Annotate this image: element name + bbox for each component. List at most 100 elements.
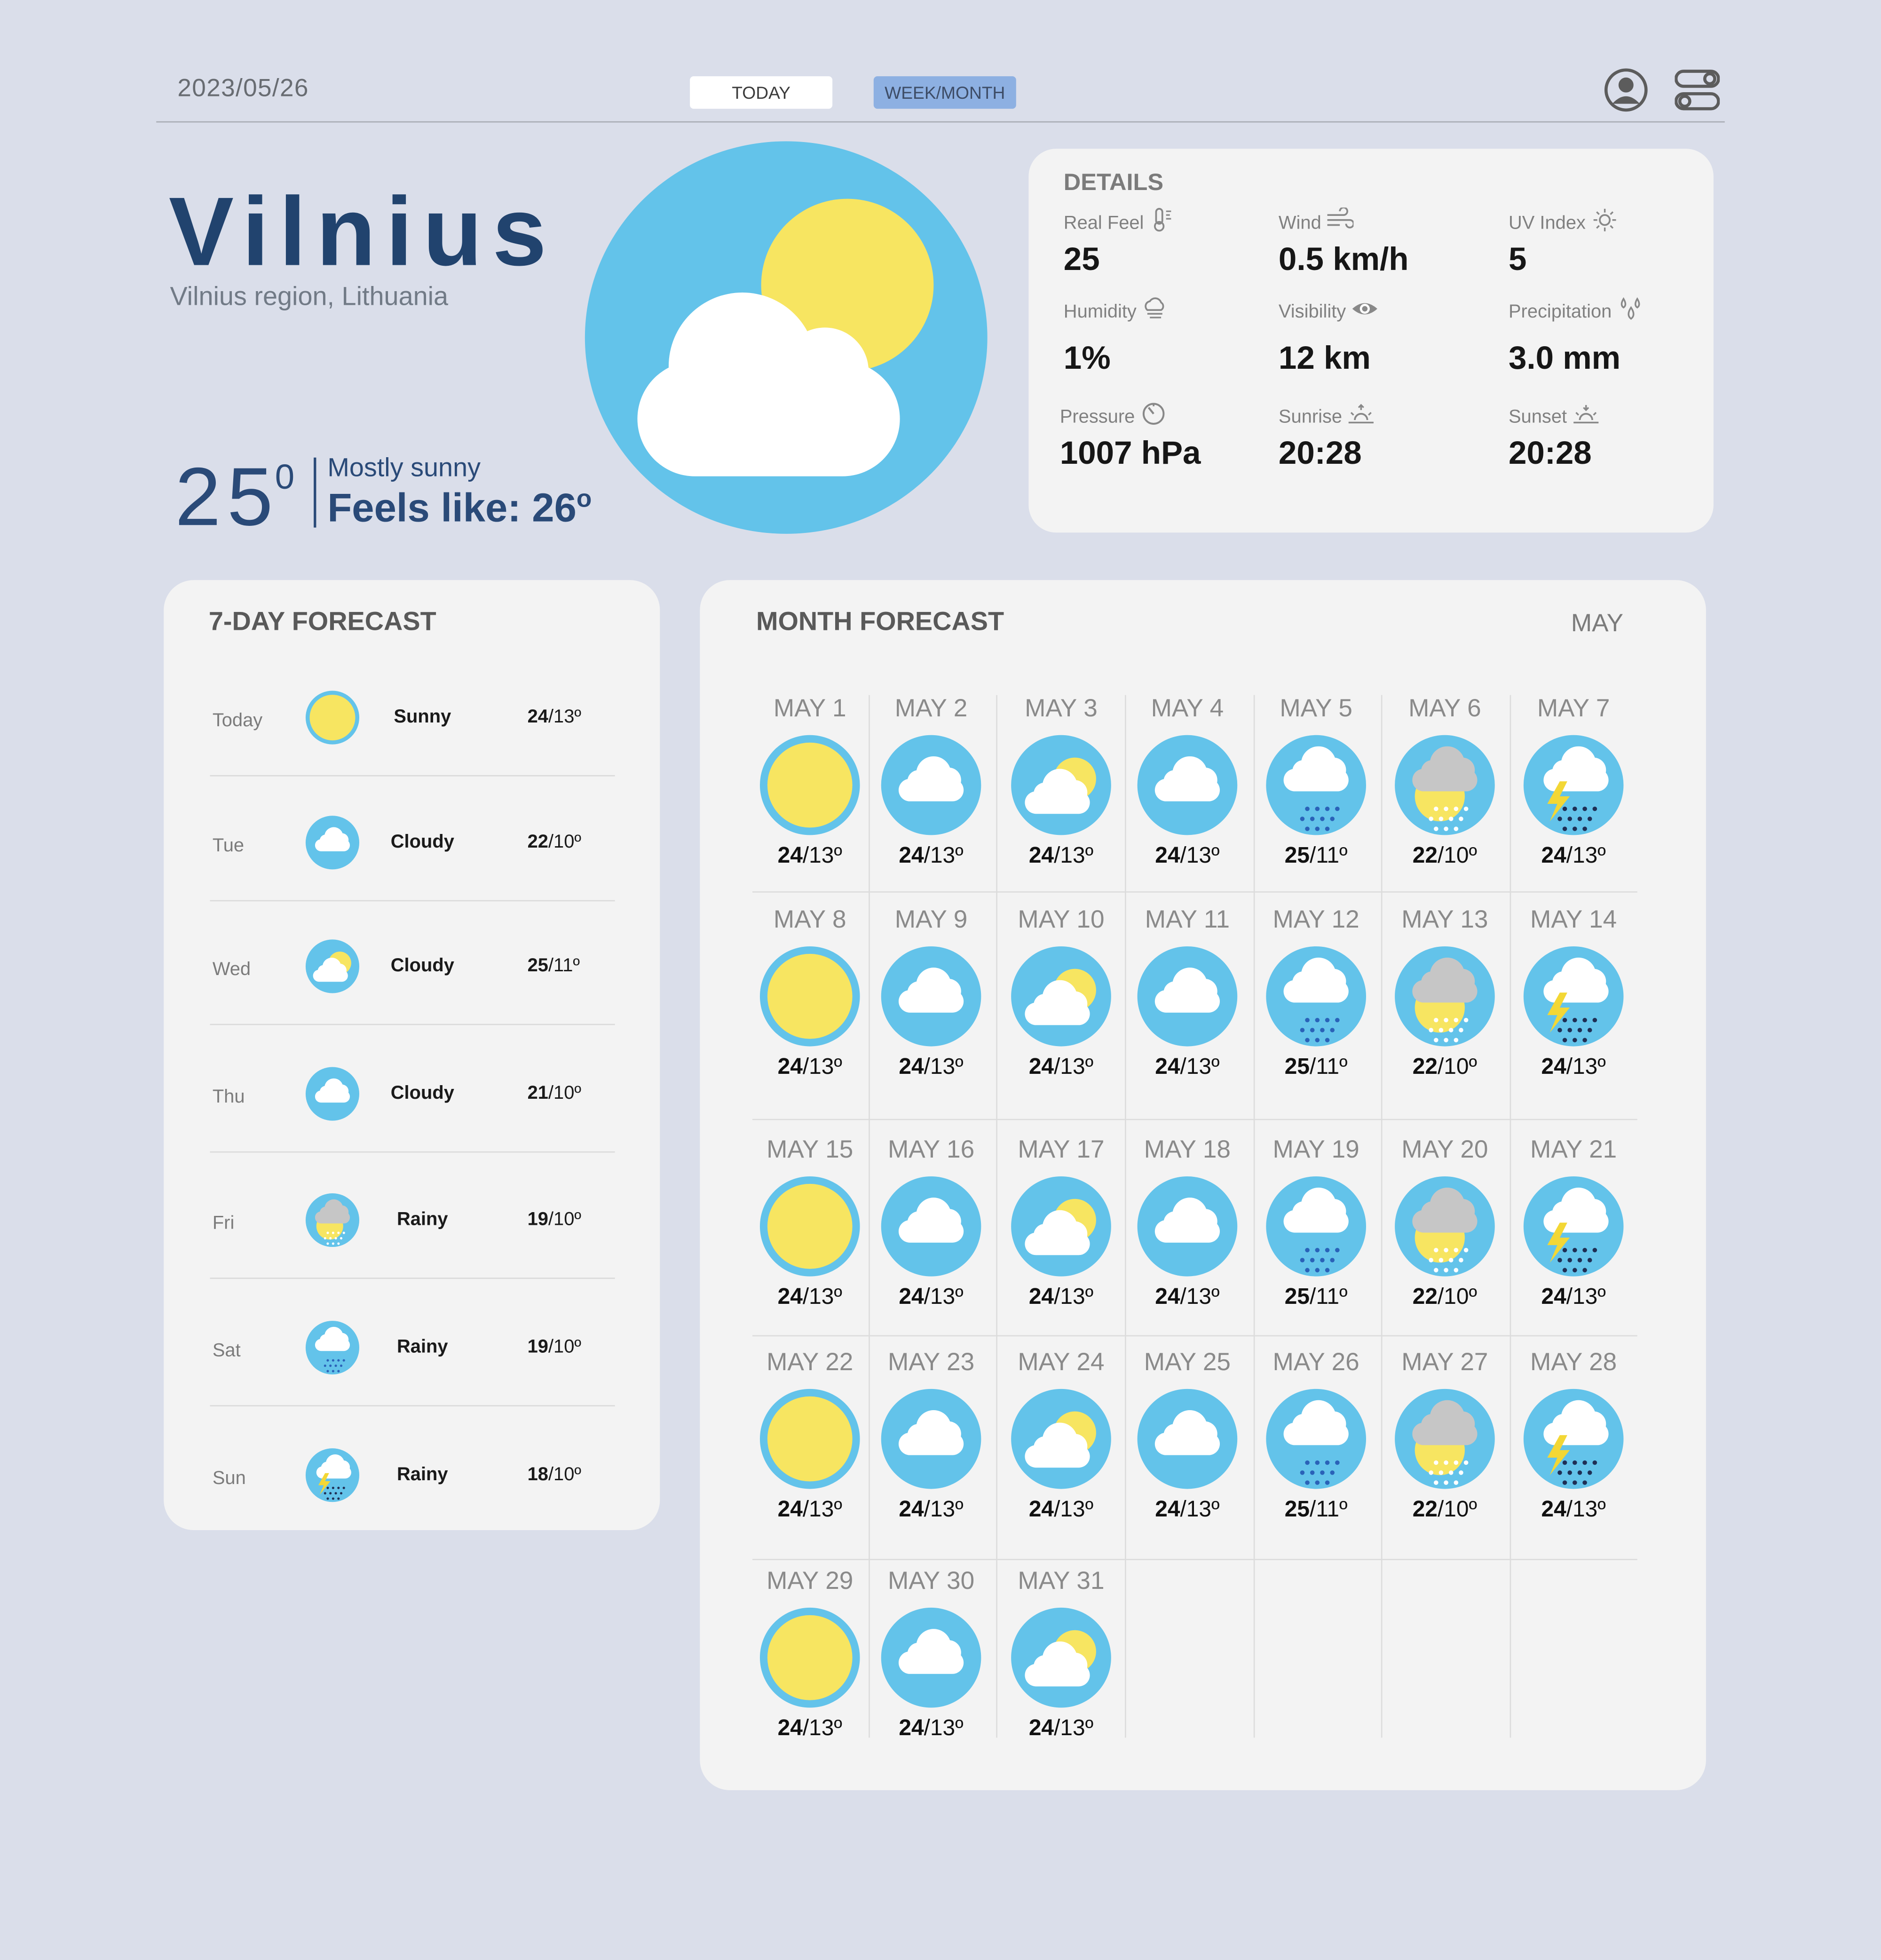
month-day-cell[interactable]: MAY 26 25/11º [1254, 1349, 1379, 1523]
month-day-high: 22 [1412, 1496, 1438, 1522]
forecast-row[interactable]: Tue Cloudy 22/10º [210, 780, 615, 906]
settings-toggle-icon[interactable] [1675, 68, 1720, 113]
month-day-high: 24 [777, 842, 803, 868]
month-day-cell[interactable]: MAY 25 24/13º [1125, 1349, 1250, 1523]
month-day-cell[interactable]: MAY 15 24/13º [747, 1136, 872, 1310]
month-day-cell[interactable]: MAY 12 25/11º [1254, 906, 1379, 1080]
cloudy-icon [881, 1607, 981, 1708]
month-day-high: 24 [777, 1054, 803, 1079]
forecast-day: Today [212, 710, 263, 731]
month-day-temperature: 24/13º [747, 1054, 872, 1080]
rain-icon [1266, 735, 1366, 835]
forecast-row[interactable]: Today Sunny 24/13º [210, 655, 615, 781]
month-day-cell[interactable]: MAY 5 25/11º [1254, 695, 1379, 869]
month-day-cell[interactable]: MAY 16 24/13º [869, 1136, 994, 1310]
partly-cloudy-icon [1011, 735, 1111, 835]
forecast-row[interactable]: Sun Rainy 18/10º [210, 1412, 615, 1539]
forecast-row[interactable]: Sat Rainy 19/10º [210, 1285, 615, 1411]
month-day-cell[interactable]: MAY 30 24/13º [869, 1568, 994, 1741]
month-day-cell[interactable]: MAY 22 24/13º [747, 1349, 872, 1523]
month-day-temperature: 24/13º [1125, 1496, 1250, 1523]
partly-cloudy-icon [1011, 1389, 1111, 1489]
month-day-temperature: 24/13º [747, 1715, 872, 1742]
detail-pressure-label: Pressure [1059, 405, 1135, 427]
month-day-date: MAY 1 [773, 695, 846, 723]
month-day-low: /13º [1180, 842, 1220, 868]
month-day-low: /13º [924, 1496, 964, 1522]
month-day-date: MAY 30 [887, 1567, 975, 1595]
detail-uv-index-value: 5 [1508, 240, 1527, 278]
month-day-cell[interactable]: MAY 29 24/13º [747, 1568, 872, 1741]
sunny-icon [759, 946, 860, 1047]
month-day-low: /13º [924, 1715, 964, 1740]
partly-cloudy-icon [1011, 946, 1111, 1047]
feels-like-text: Feels like: 26 [327, 485, 577, 530]
month-day-cell[interactable]: MAY 19 25/11º [1254, 1136, 1379, 1310]
month-day-cell[interactable]: MAY 3 24/13º [999, 695, 1124, 869]
sunny-icon [759, 1389, 860, 1489]
month-day-temperature: 24/13º [869, 1496, 994, 1523]
month-day-cell[interactable]: MAY 9 24/13º [869, 906, 994, 1080]
forecast-temperature: 18/10º [528, 1464, 581, 1485]
month-day-cell[interactable]: MAY 4 24/13º [1125, 695, 1250, 869]
forecast-divider [210, 1024, 615, 1025]
month-day-cell[interactable]: MAY 2 24/13º [869, 695, 994, 869]
month-day-cell[interactable]: MAY 20 22/10º [1383, 1136, 1508, 1310]
month-day-cell[interactable]: MAY 24 24/13º [999, 1349, 1124, 1523]
cloudy-icon [1137, 946, 1238, 1047]
month-day-cell[interactable]: MAY 10 24/13º [999, 906, 1124, 1080]
month-day-cell[interactable]: MAY 6 22/10º [1383, 695, 1508, 869]
tab-week-month[interactable]: WEEK/MONTH [873, 76, 1016, 109]
forecast-high: 21 [527, 1082, 548, 1104]
current-condition: Mostly sunny [327, 453, 481, 483]
month-day-low: /10º [1438, 842, 1478, 868]
month-day-date: MAY 19 [1272, 1136, 1359, 1164]
month-day-date: MAY 4 [1151, 695, 1224, 723]
month-day-low: /13º [802, 1054, 842, 1079]
detail-visibility-value: 12 km [1278, 339, 1371, 376]
forecast-row[interactable]: Fri Rainy 19/10º [210, 1158, 615, 1284]
month-day-cell[interactable]: MAY 11 24/13º [1125, 906, 1250, 1080]
month-day-high: 24 [1028, 1715, 1054, 1740]
month-day-high: 24 [1028, 1496, 1054, 1522]
month-day-high: 24 [1541, 1496, 1566, 1522]
month-day-cell[interactable]: MAY 17 24/13º [999, 1136, 1124, 1310]
month-day-cell[interactable]: MAY 13 22/10º [1383, 906, 1508, 1080]
month-day-temperature: 22/10º [1383, 1284, 1508, 1310]
month-day-cell[interactable]: MAY 23 24/13º [869, 1349, 994, 1523]
month-day-cell[interactable]: MAY 28 24/13º [1511, 1349, 1636, 1523]
month-day-temperature: 24/13º [1511, 1496, 1636, 1523]
month-day-date: MAY 17 [1018, 1136, 1105, 1164]
forecast-day: Sun [212, 1468, 246, 1489]
month-day-low: /13º [1054, 1284, 1094, 1309]
detail-sunrise-label: Sunrise [1278, 405, 1343, 427]
detail-pressure-value: 1007 hPa [1059, 434, 1201, 471]
month-day-date: MAY 5 [1280, 695, 1352, 723]
forecast-row[interactable]: Thu Cloudy 21/10º [210, 1032, 615, 1158]
forecast-divider [210, 1405, 615, 1407]
city-name: Vilnius [168, 176, 557, 286]
forecast-day: Tue [212, 835, 245, 857]
month-day-high: 24 [899, 842, 924, 868]
month-day-cell[interactable]: MAY 18 24/13º [1125, 1136, 1250, 1310]
tab-today[interactable]: TODAY [690, 76, 833, 109]
month-day-low: /10º [1438, 1054, 1478, 1079]
month-day-date: MAY 23 [887, 1349, 975, 1377]
detail-precipitation-label: Precipitation [1508, 301, 1612, 322]
detail-sunrise-value: 20:28 [1278, 434, 1362, 471]
month-day-cell[interactable]: MAY 7 24/13º [1511, 695, 1636, 869]
month-day-cell[interactable]: MAY 8 24/13º [747, 906, 872, 1080]
month-day-cell[interactable]: MAY 31 24/13º [999, 1568, 1124, 1741]
month-day-cell[interactable]: MAY 1 24/13º [747, 695, 872, 869]
sun-icon [1591, 207, 1618, 238]
month-day-cell[interactable]: MAY 21 24/13º [1511, 1136, 1636, 1310]
humidity-icon [1142, 296, 1169, 326]
forecast-row[interactable]: Wed Cloudy 25/11º [210, 904, 615, 1030]
month-day-cell[interactable]: MAY 14 24/13º [1511, 906, 1636, 1080]
month-day-cell[interactable]: MAY 27 22/10º [1383, 1349, 1508, 1523]
temperature-separator [314, 457, 316, 528]
month-label[interactable]: MAY [1571, 610, 1623, 639]
detail-uv-index: UV Index 5 [1509, 207, 1618, 278]
user-account-icon[interactable] [1604, 68, 1649, 113]
feels-like: Feels like: 26o [327, 485, 592, 531]
